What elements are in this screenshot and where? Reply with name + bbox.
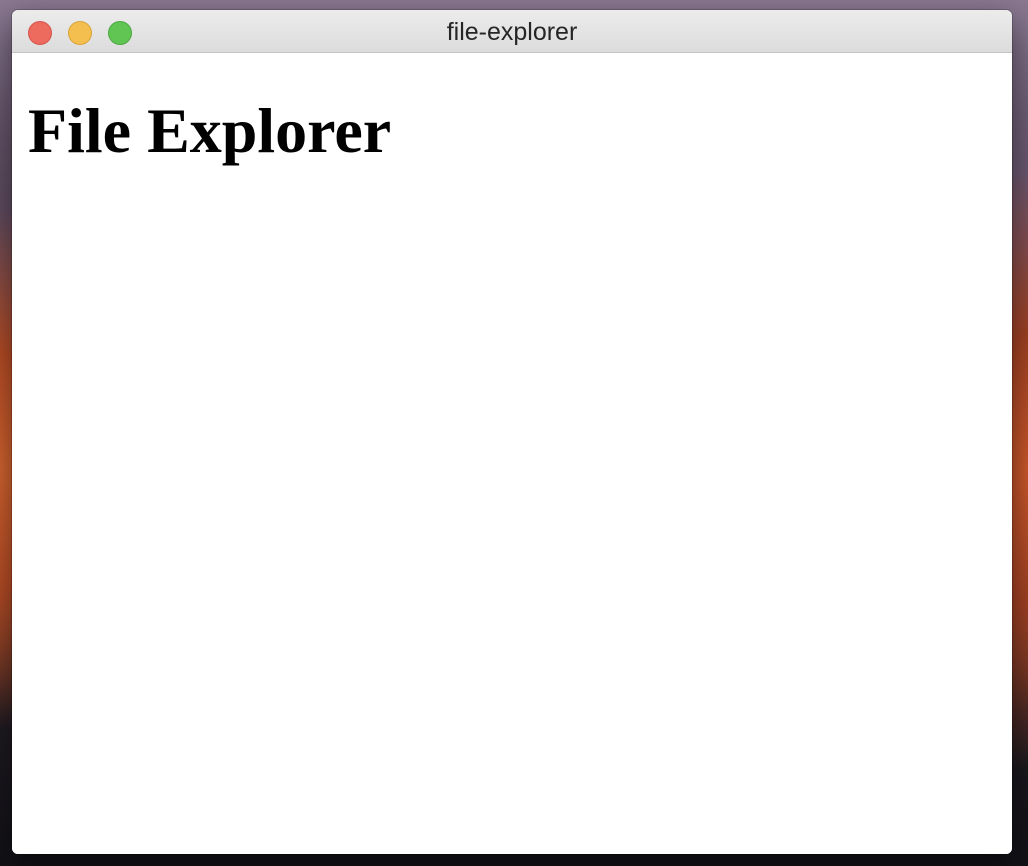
app-window: file-explorer File Explorer xyxy=(12,10,1012,854)
window-title: file-explorer xyxy=(446,18,578,46)
page-title: File Explorer xyxy=(28,95,392,166)
title-bar[interactable]: file-explorer xyxy=(12,10,1012,53)
main-content: File Explorer xyxy=(12,53,1012,854)
